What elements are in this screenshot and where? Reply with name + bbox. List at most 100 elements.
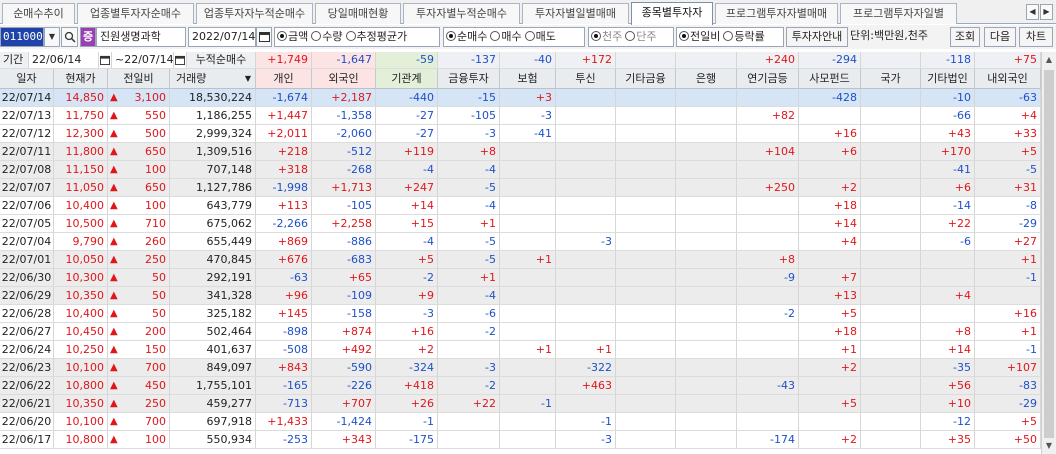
table-row[interactable]: 22/06/17 10,800 ▲ 100 550,934 -253 +343 -175 -3 -…	[0, 431, 1041, 449]
calendar-icon[interactable]	[174, 52, 187, 69]
radio-3[interactable]: 추정평균가	[345, 28, 407, 46]
table-row[interactable]: 22/06/24 10,250 ▲ 150 401,637 -508 +492 +2 +1 +1 +…	[0, 341, 1041, 359]
table-row[interactable]: 22/07/08 11,150 ▲ 100 707,148 +318 -268 -4 -4 -41…	[0, 161, 1041, 179]
magnifier-icon[interactable]	[61, 27, 78, 47]
calendar-icon[interactable]	[99, 52, 112, 69]
table-row[interactable]: 22/06/30 10,300 ▲ 50 292,191 -63 +65 -2 +1 -9 +7 -1	[0, 269, 1041, 287]
investor-value-cell: +843	[256, 359, 312, 377]
arrow-up-icon[interactable]: ▲	[1042, 52, 1056, 67]
tab-4[interactable]: 당일매매현황	[315, 3, 401, 24]
column-header-5[interactable]: 개인	[256, 69, 312, 89]
column-header-6[interactable]: 외국인	[312, 69, 376, 89]
column-header-9[interactable]: 보험	[500, 69, 556, 89]
price-cell: 11,800	[54, 143, 108, 161]
stock-code-input[interactable]: 011000	[0, 27, 44, 47]
table-row[interactable]: 22/07/12 12,300 ▲ 500 2,999,324 +2,011 -2,060-…	[0, 125, 1041, 143]
investor-value-cell: -105	[312, 197, 376, 215]
table-row[interactable]: 22/07/07 11,050 ▲ 650 1,127,786 -1,998 +1,713 +…	[0, 179, 1041, 197]
table-row[interactable]: 22/06/28 10,400 ▲ 50 325,182 +145 -158 -3 -6 -2 +5…	[0, 305, 1041, 323]
date-field[interactable]: 2022/07/14	[188, 27, 256, 47]
tab-7[interactable]: 종목별투자자	[631, 2, 713, 25]
change-type-radio-group[interactable]: 전일비 등락률	[676, 27, 784, 47]
radio-2[interactable]: 수량	[311, 28, 343, 46]
scroll-thumb[interactable]	[1044, 70, 1054, 450]
value-type-radio-group[interactable]: 금액 수량 추정평균가	[274, 27, 440, 47]
investor-info-button[interactable]: 투자자안내	[786, 27, 848, 47]
arrow-up-icon: ▲	[110, 128, 118, 139]
table-row[interactable]: 22/07/06 10,400 ▲ 100 643,779 +113 -105 +14 -4 +1…	[0, 197, 1041, 215]
column-header-13[interactable]: 연기금등	[737, 69, 799, 89]
share-unit-radio-group[interactable]: 천주 단주	[588, 27, 674, 47]
radio-2[interactable]: 매수	[490, 28, 522, 46]
investor-value-cell: +33	[975, 125, 1041, 143]
investor-value-cell: +43	[921, 125, 975, 143]
radio-1[interactable]: 천주	[591, 28, 622, 46]
table-row[interactable]: 22/06/27 10,450 ▲ 200 502,464 -898 +874 +16 -2 +1…	[0, 323, 1041, 341]
next-button[interactable]: 다음	[984, 27, 1016, 47]
period-from-field[interactable]: 22/06/14	[29, 52, 99, 69]
trade-type-radio-group[interactable]: 순매수 매수 매도	[443, 27, 585, 47]
investor-value-cell	[676, 287, 737, 305]
change-cell: ▲ 700	[108, 413, 170, 431]
tab-1[interactable]: 순매수추이	[2, 3, 75, 24]
investor-value-cell: +8	[921, 323, 975, 341]
table-row[interactable]: 22/07/04 9,790 ▲ 260 655,449 +869 -886 -4 -5 -3 +4…	[0, 233, 1041, 251]
column-header-12[interactable]: 은행	[676, 69, 737, 89]
tab-next-icon[interactable]: ▶	[1040, 4, 1053, 20]
radio-1[interactable]: 전일비	[679, 28, 720, 46]
investor-value-cell: -683	[312, 251, 376, 269]
sort-down-icon[interactable]: ▼	[245, 69, 251, 88]
calendar-icon[interactable]	[256, 27, 272, 47]
chart-button[interactable]: 차트	[1019, 27, 1053, 47]
investor-value-cell: +8	[438, 143, 500, 161]
table-row[interactable]: 22/07/14 14,850 ▲ 3,100 18,530,224 -1,674 +2,1…	[0, 89, 1041, 107]
search-button[interactable]: 조회	[950, 27, 980, 47]
period-to-field[interactable]: ~22/07/14	[112, 52, 174, 69]
tab-2[interactable]: 업종별투자자순매수	[77, 3, 194, 24]
column-header-2[interactable]: 현재가	[54, 69, 108, 89]
radio-1[interactable]: 순매수	[446, 28, 487, 46]
radio-1[interactable]: 금액	[277, 28, 308, 46]
table-row[interactable]: 22/06/21 10,350 ▲ 250 459,277 -713 +707 +26 +22-…	[0, 395, 1041, 413]
table-row[interactable]: 22/07/01 10,050 ▲ 250 470,845 +676 -683 +5 -5 +1 +…	[0, 251, 1041, 269]
tab-8[interactable]: 프로그램투자자별매매	[715, 3, 838, 24]
tab-6[interactable]: 투자자별일별매매	[522, 3, 629, 24]
column-header-15[interactable]: 국가	[861, 69, 921, 89]
investor-value-cell	[556, 179, 616, 197]
dropdown-arrow-icon[interactable]: ▼	[44, 27, 60, 47]
table-row[interactable]: 22/07/11 11,800 ▲ 650 1,309,516 +218 -512 +119 +…	[0, 143, 1041, 161]
investor-value-cell: -5	[438, 233, 500, 251]
tab-prev-icon[interactable]: ◀	[1026, 4, 1039, 20]
tab-9[interactable]: 프로그램투자자일별	[840, 3, 957, 24]
table-row[interactable]: 22/06/23 10,100 ▲ 700 849,097 +843 -590 -324 -3 -…	[0, 359, 1041, 377]
table-row[interactable]: 22/06/29 10,350 ▲ 50 341,328 +96 -109 +9 -4 +13 +4	[0, 287, 1041, 305]
investor-value-cell	[500, 197, 556, 215]
investor-value-cell	[861, 323, 921, 341]
column-header-17[interactable]: 내외국인	[975, 69, 1041, 89]
investor-value-cell: -5	[438, 179, 500, 197]
table-row[interactable]: 22/06/22 10,800 ▲ 450 1,755,101 -165 -226 +418-…	[0, 377, 1041, 395]
column-header-16[interactable]: 기타법인	[921, 69, 975, 89]
column-header-1[interactable]: 일자	[0, 69, 54, 89]
radio-2[interactable]: 단주	[625, 28, 657, 46]
column-header-4[interactable]: 거래량 ▼	[170, 69, 256, 89]
arrow-down-icon[interactable]: ▼	[1042, 438, 1056, 453]
investor-value-cell: -1	[376, 413, 438, 431]
stock-name-field[interactable]: 진원생명과학	[96, 27, 186, 47]
table-row[interactable]: 22/06/20 10,100 ▲ 700 697,918 +1,433 -1,424 -1-…	[0, 413, 1041, 431]
radio-2[interactable]: 등락률	[723, 28, 765, 46]
vertical-scrollbar[interactable]: ▲ ▼	[1041, 52, 1056, 454]
radio-3[interactable]: 매도	[524, 28, 556, 46]
tab-5[interactable]: 투자자별누적순매수	[403, 3, 520, 24]
table-row[interactable]: 22/07/05 10,500 ▲ 710 675,062 -2,266 +2,258 +15…	[0, 215, 1041, 233]
column-header-10[interactable]: 투신	[556, 69, 616, 89]
table-row[interactable]: 22/07/13 11,750 ▲ 550 1,186,255 +1,447 -1,358-…	[0, 107, 1041, 125]
investor-value-cell	[737, 359, 799, 377]
column-header-11[interactable]: 기타금융	[616, 69, 676, 89]
column-header-14[interactable]: 사모펀드	[799, 69, 861, 89]
tab-3[interactable]: 업종투자자누적순매수	[196, 3, 313, 24]
column-header-8[interactable]: 금융투자	[438, 69, 500, 89]
column-header-3[interactable]: 전일비	[108, 69, 170, 89]
column-header-7[interactable]: 기관계	[376, 69, 438, 89]
investor-value-cell: +65	[312, 269, 376, 287]
